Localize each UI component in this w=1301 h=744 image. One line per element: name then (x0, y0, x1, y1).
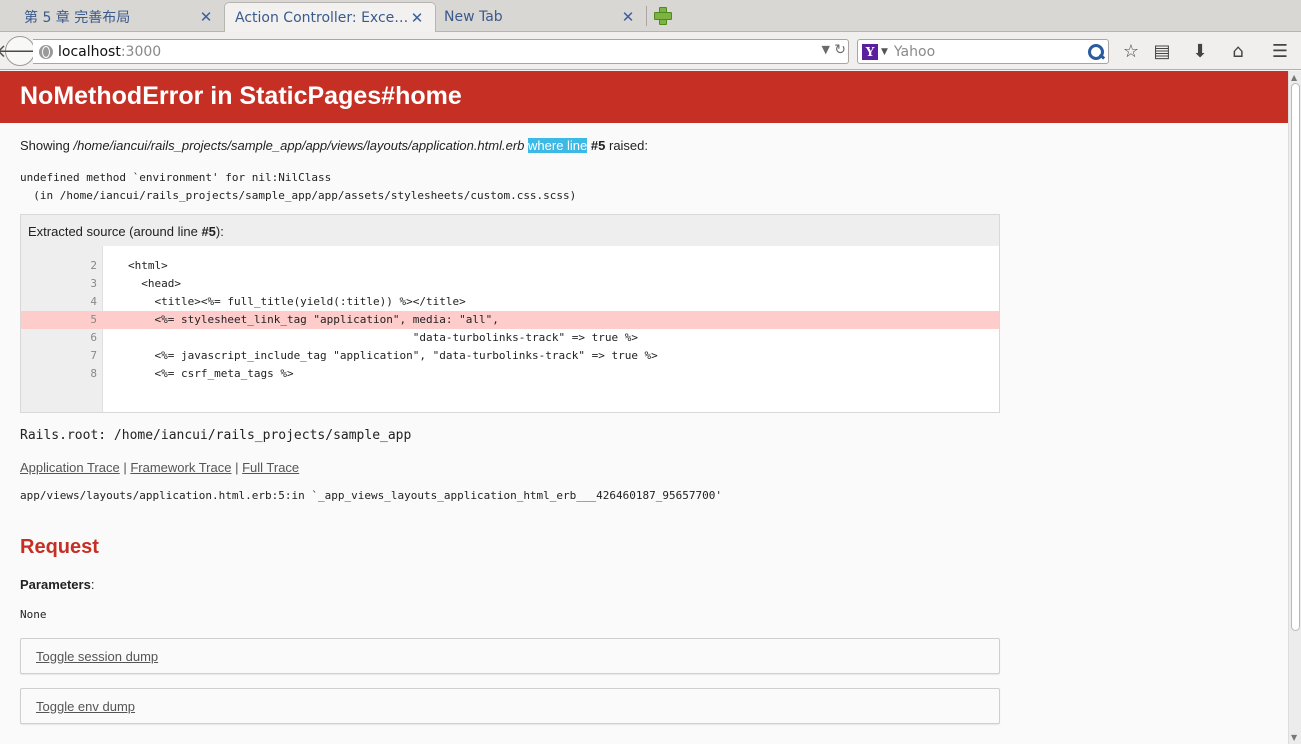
dropdown-arrow-icon[interactable]: ▼ (822, 43, 830, 56)
error-message: undefined method `environment' for nil:N… (20, 169, 576, 205)
error-message-line: (in /home/iancui/rails_projects/sample_a… (20, 189, 577, 202)
extracted-source-title: Extracted source (around line #5): (28, 224, 224, 239)
showing-prefix: Showing (20, 138, 74, 153)
env-dump-box: Toggle env dump (20, 688, 1000, 724)
line-number: 3 (90, 277, 97, 290)
error-message-line: undefined method `environment' for nil:N… (20, 171, 332, 184)
code-line: 2 <html> (21, 257, 999, 275)
new-tab-plus-icon[interactable] (652, 5, 672, 25)
rails-root: Rails.root: /home/iancui/rails_projects/… (20, 428, 412, 443)
download-icon[interactable]: ⬇ (1189, 40, 1211, 62)
tab-label: Action Controller: Exce… (235, 10, 409, 26)
extracted-source: Extracted source (around line #5): 2 <htm… (20, 214, 1000, 413)
trace-separator: | (119, 460, 131, 475)
url-port: :3000 (120, 43, 162, 60)
source-title-prefix: Extracted source (around line (28, 224, 202, 239)
close-icon[interactable]: ✕ (620, 8, 636, 26)
application-trace-link[interactable]: Application Trace (20, 460, 120, 475)
search-bar[interactable]: Y ▼ Yahoo (857, 39, 1109, 64)
back-arrow-icon[interactable]: 🡐 (0, 36, 44, 66)
source-title-suffix: ): (215, 224, 224, 239)
template-path: /home/iancui/rails_projects/sample_app/a… (73, 138, 525, 153)
code-line: 6 "data-turbolinks-track" => true %> (21, 329, 999, 347)
toggle-env-dump-link[interactable]: Toggle env dump (36, 699, 135, 714)
raised-text: raised: (605, 138, 649, 153)
code-line: 8 <%= csrf_meta_tags %> (21, 365, 999, 383)
chevron-down-icon[interactable]: ▼ (881, 47, 888, 57)
page-content: NoMethodError in StaticPages#home Showin… (0, 71, 1288, 744)
line-code: <title><%= full_title(yield(:title)) %><… (128, 295, 466, 308)
tab-label: New Tab (444, 9, 503, 25)
source-title-line: #5 (201, 224, 216, 239)
tab-new-tab[interactable]: New Tab ✕ (436, 2, 646, 32)
tab-strip: 第 5 章 完善布局 ✕ Action Controller: Exce… ✕ … (0, 0, 1301, 33)
line-number: 6 (90, 331, 97, 344)
line-number: 2 (90, 259, 97, 272)
tab-action-controller[interactable]: Action Controller: Exce… ✕ (224, 2, 436, 33)
scrollbar-thumb[interactable] (1291, 83, 1300, 631)
line-code: <%= stylesheet_link_tag "application", m… (128, 313, 499, 326)
close-icon[interactable]: ✕ (409, 9, 425, 27)
framework-trace-link[interactable]: Framework Trace (130, 460, 231, 475)
line-code: <%= javascript_include_tag "application"… (128, 349, 658, 362)
source-code: 2 <html> 3 <head> 4 <title><%= full_title… (21, 246, 999, 412)
trace-line: app/views/layouts/application.html.erb:5… (20, 489, 722, 502)
code-line: 4 <title><%= full_title(yield(:title)) %… (21, 293, 999, 311)
reading-list-icon[interactable]: ▤ (1151, 40, 1173, 62)
selected-text: where line (528, 138, 588, 153)
line-code: <html> (128, 259, 168, 272)
globe-icon (39, 44, 53, 59)
parameters-label-text: Parameters (20, 577, 91, 592)
bookmark-star-icon[interactable]: ☆ (1120, 40, 1142, 62)
close-icon[interactable]: ✕ (198, 8, 214, 26)
parameters-colon: : (90, 577, 95, 592)
search-icon[interactable] (1087, 43, 1105, 61)
reload-icon[interactable]: ↻ (834, 42, 846, 58)
code-line: 3 <head> (21, 275, 999, 293)
line-number: 7 (90, 349, 97, 362)
navigation-bar: 🡐 localhost :3000 ▼ ↻ Y ▼ Yahoo ☆ ▤ ⬇ ⌂ … (0, 32, 1301, 70)
showing-line: Showing /home/iancui/rails_projects/samp… (20, 138, 648, 153)
scroll-down-arrow-icon[interactable]: ▼ (1291, 733, 1297, 742)
session-dump-box: Toggle session dump (20, 638, 1000, 674)
line-number: 5 (90, 313, 97, 326)
request-heading: Request (20, 536, 99, 558)
trace-separator: | (231, 460, 243, 475)
tab-chapter5[interactable]: 第 5 章 完善布局 ✕ (0, 2, 224, 32)
tab-separator (646, 6, 647, 26)
code-line: 7 <%= javascript_include_tag "applicatio… (21, 347, 999, 365)
yahoo-icon[interactable]: Y (862, 43, 878, 60)
tab-label: 第 5 章 完善布局 (24, 10, 131, 26)
line-code: <%= csrf_meta_tags %> (128, 367, 294, 380)
error-header: NoMethodError in StaticPages#home (0, 71, 1288, 123)
line-code: "data-turbolinks-track" => true %> (128, 331, 638, 344)
parameters-value: None (20, 608, 47, 621)
full-trace-link[interactable]: Full Trace (242, 460, 299, 475)
vertical-scrollbar[interactable]: ▲ ▼ (1288, 71, 1301, 744)
scroll-up-arrow-icon[interactable]: ▲ (1291, 73, 1297, 82)
trace-links: Application Trace | Framework Trace | Fu… (20, 460, 299, 475)
home-icon[interactable]: ⌂ (1227, 40, 1249, 62)
line-number: 8 (90, 367, 97, 380)
line-code: <head> (128, 277, 181, 290)
url-host: localhost (58, 43, 121, 60)
code-line-highlighted: 5 <%= stylesheet_link_tag "application",… (21, 311, 999, 329)
page-title: NoMethodError in StaticPages#home (20, 82, 462, 110)
toggle-session-dump-link[interactable]: Toggle session dump (36, 649, 158, 664)
search-input[interactable]: Yahoo (894, 44, 1087, 60)
url-bar[interactable]: localhost :3000 ▼ ↻ (33, 39, 849, 64)
line-ref: #5 (590, 138, 606, 153)
menu-icon[interactable]: ☰ (1269, 40, 1291, 62)
line-number: 4 (90, 295, 97, 308)
parameters-label: Parameters: (20, 577, 94, 592)
